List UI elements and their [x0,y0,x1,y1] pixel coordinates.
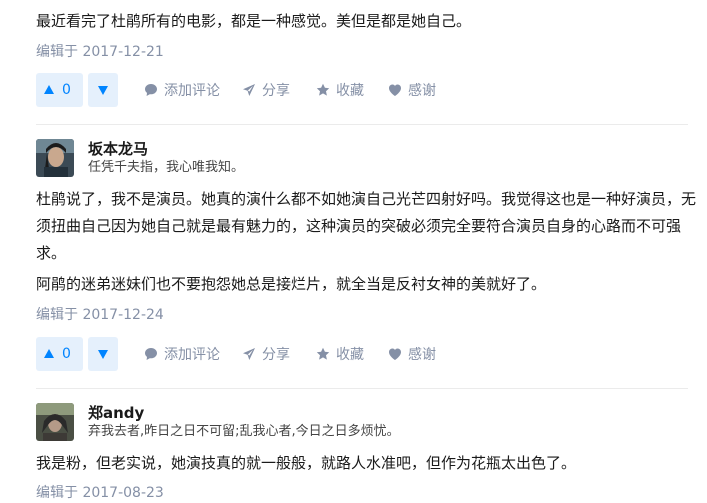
answer-actions: 0 添加评论 分享 收藏 感谢 [36,73,696,107]
answer-actions: 0 添加评论 分享 收藏 感谢 [36,337,696,371]
share-button[interactable]: 分享 [242,337,290,371]
answer-divider [36,388,688,389]
collect-button[interactable]: 收藏 [316,73,364,107]
collect-button[interactable]: 收藏 [316,337,364,371]
avatar-image [36,139,74,177]
answer-content: 最近看完了杜鹃所有的电影，都是一种感觉。美但是都是她自己。 [36,12,472,30]
author-bio: 任凭千夫指，我心唯我知。 [88,160,245,175]
add-comment-button[interactable]: 添加评论 [144,73,220,107]
upvote-arrow-icon [44,348,55,358]
collect-label: 收藏 [336,83,364,99]
answer-content: 我是粉，但老实说，她演技真的就一般般，就路人水准吧，但作为花瓶太出色了。 [36,454,577,472]
thanks-label: 感谢 [408,83,436,99]
thanks-button[interactable]: 感谢 [388,73,436,107]
edited-time[interactable]: 编辑于 2017-12-24 [36,305,164,325]
share-label: 分享 [262,347,290,363]
vote-count: 0 [62,346,71,362]
heart-icon [389,348,401,360]
add-comment-label: 添加评论 [164,83,220,99]
downvote-button[interactable] [88,337,118,371]
heart-icon [389,84,401,96]
upvote-arrow-icon [44,84,55,94]
share-label: 分享 [262,83,290,99]
answer-content: 阿鹃的迷弟迷妹们也不要抱怨她总是接烂片，就全当是反衬女神的美就好了。 [36,275,547,293]
share-button[interactable]: 分享 [242,73,290,107]
author-name[interactable]: 坂本龙马 [88,139,148,159]
share-icon [243,348,255,360]
comment-icon [145,348,157,360]
add-comment-button[interactable]: 添加评论 [144,337,220,371]
downvote-arrow-icon [98,85,108,95]
add-comment-label: 添加评论 [164,347,220,363]
avatar-image [36,403,74,441]
avatar[interactable] [36,403,74,441]
avatar[interactable] [36,139,74,177]
answer-content: 杜鹃说了，我不是演员。她真的演什么都不如她演自己光芒四射好吗。我觉得这也是一种好… [36,190,697,262]
answer-divider [36,124,688,125]
star-icon [316,83,330,96]
thanks-label: 感谢 [408,347,436,363]
share-icon [243,84,255,96]
vote-count: 0 [62,82,71,98]
edited-time[interactable]: 编辑于 2017-12-21 [36,42,164,62]
downvote-arrow-icon [98,349,108,359]
comment-icon [145,84,157,96]
upvote-button[interactable]: 0 [36,73,83,107]
upvote-button[interactable]: 0 [36,337,83,371]
author-name[interactable]: 郑andy [88,403,144,423]
star-icon [316,347,330,360]
thanks-button[interactable]: 感谢 [388,337,436,371]
collect-label: 收藏 [336,347,364,363]
author-bio: 弃我去者,昨日之日不可留;乱我心者,今日之日多烦忧。 [88,424,400,439]
downvote-button[interactable] [88,73,118,107]
edited-time[interactable]: 编辑于 2017-08-23 [36,483,164,503]
